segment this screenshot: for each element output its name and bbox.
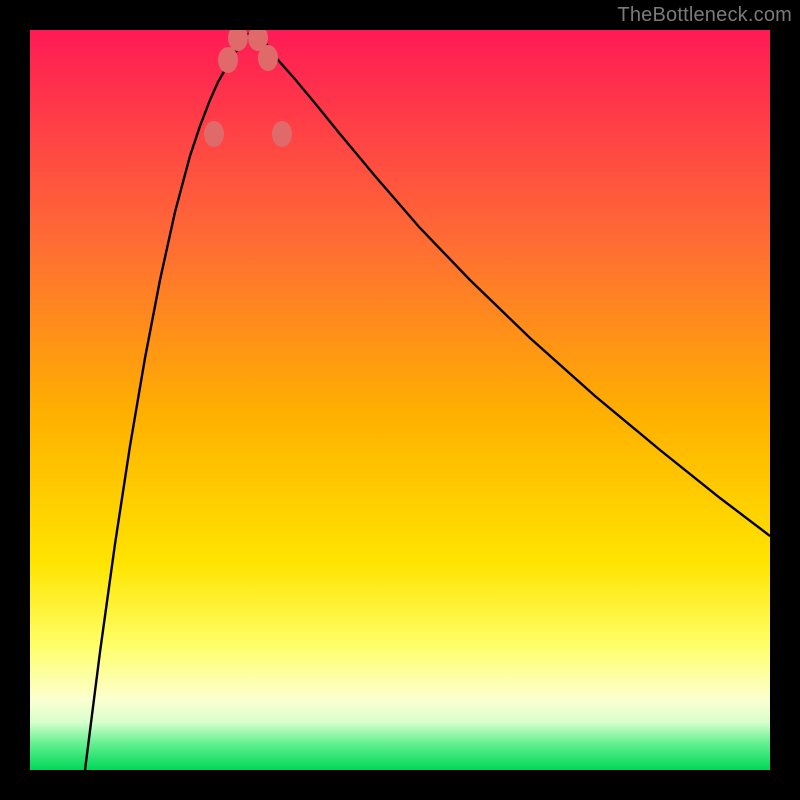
bottleneck-curve-chart <box>30 30 770 770</box>
heatmap-background <box>30 30 770 770</box>
data-point-marker <box>204 121 224 147</box>
data-point-marker <box>272 121 292 147</box>
watermark-text: TheBottleneck.com <box>617 4 792 27</box>
chart-frame <box>30 30 770 770</box>
data-point-marker <box>218 47 238 73</box>
